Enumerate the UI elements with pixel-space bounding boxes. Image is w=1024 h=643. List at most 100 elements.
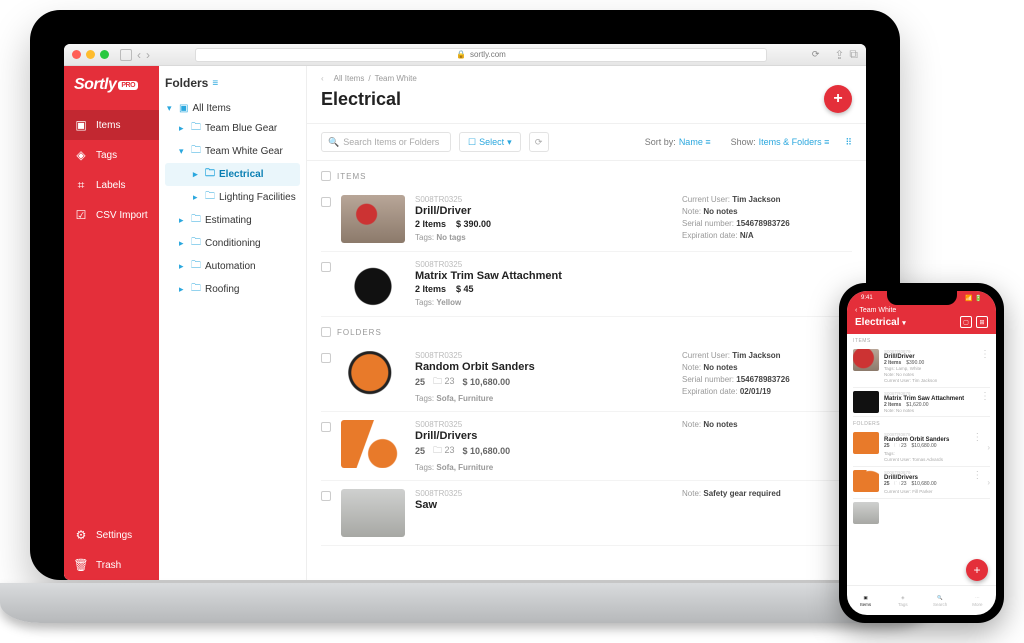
caret-right-icon: ▸ [179,284,187,295]
caret-right-icon: ▸ [193,192,201,203]
phone-header: ‹ Team White Electrical ▾ ▢ ⊞ [847,305,996,334]
traffic-lights [72,50,109,59]
section-checkbox[interactable] [321,171,331,181]
nav-items-label: Items [96,120,120,131]
folder-row[interactable]: S008TR0325 Saw Note: Safety gear require… [321,481,852,546]
phone-folder-row[interactable]: S008TR0879 Random Orbit Sanders 25🗀 23$1… [853,429,990,467]
kebab-icon[interactable]: ⋮ [972,470,982,481]
tree-team-white[interactable]: ▾ 🗀 Team White Gear [165,140,300,163]
kebab-icon[interactable]: ⋮ [980,349,990,360]
sidebar-toggle-icon[interactable] [120,49,132,61]
reload-icon[interactable]: ⟳ [812,49,820,60]
row-checkbox[interactable] [321,197,331,207]
nav-tags[interactable]: ◈ Tags [64,140,159,170]
browser-chrome: ‹ › 🔒 sortly.com ⟳ ⇪ ⧉ [64,44,866,66]
caret-right-icon: ▸ [179,261,187,272]
item-row[interactable]: S008TR0325 Matrix Trim Saw Attachment 2 … [321,252,852,317]
nav-settings[interactable]: ⚙ Settings [64,520,159,550]
tree-electrical[interactable]: ▸ 🗀 Electrical [165,163,300,186]
brand-name: Sortly [74,76,116,94]
folders-header: Folders ≡ [165,76,300,90]
tree-estimating[interactable]: ▸ 🗀 Estimating [165,209,300,232]
left-nav: Sortly PRO ▣ Items ◈ Tags ⌗ Labels ☑ C [64,66,159,580]
tree-lighting[interactable]: ▸ 🗀 Lighting Facilities [165,186,300,209]
section-checkbox[interactable] [321,327,331,337]
crumb-2[interactable]: Team White [375,74,417,83]
phone-grid-button[interactable]: ⊞ [976,316,988,328]
folder-icon: 🗀 [191,120,201,137]
phone-tab-tags[interactable]: ◈Tags [884,586,921,615]
search-input[interactable]: 🔍 Search Items or Folders [321,132,451,152]
phone-tab-items[interactable]: ▣Items [847,586,884,615]
item-name: Matrix Trim Saw Attachment [415,270,672,282]
row-checkbox[interactable] [321,262,331,272]
select-check-icon: ☐ [468,137,476,148]
folder-count-icon: 🗀 23 [433,374,455,390]
item-row[interactable]: S008TR0325 Drill/Driver 2 Items$ 390.00 … [321,187,852,252]
sort-value[interactable]: Name ≡ [679,137,711,147]
tree-all-items[interactable]: ▾ ▣ All Items [165,100,300,117]
forward-arrow-icon[interactable]: › [146,48,150,62]
nav-items[interactable]: ▣ Items [64,110,159,140]
phone-item-row[interactable]: S008TR0879 Drill/Driver 2 Items$390.00 T… [853,346,990,388]
nav-csv[interactable]: ☑ CSV Import [64,200,159,230]
caret-right-icon: ▸ [193,169,201,180]
share-icon[interactable]: ⇪ [834,48,844,62]
phone-tab-search[interactable]: 🔍Search [922,586,959,615]
refresh-button[interactable]: ⟳ [529,132,549,152]
add-button[interactable]: + [824,85,852,113]
chevron-left-icon: ‹ [855,307,857,314]
crumb-1[interactable]: All Items [334,74,365,83]
back-arrow-icon[interactable]: ‹ [137,48,141,62]
filter-icon[interactable]: ≡ [212,78,218,89]
maximize-dot[interactable] [100,50,109,59]
folder-icon: 🗀 [191,235,201,252]
csv-icon: ☑ [74,208,88,222]
select-button[interactable]: ☐ Select ▾ [459,132,521,152]
back-chevron-icon[interactable]: ‹ [321,74,324,83]
view-grid-icon[interactable]: ⠿ [845,137,852,148]
tree-label: Automation [205,261,256,272]
chevron-down-icon[interactable]: ▾ [902,320,906,327]
box-icon: ▣ [74,118,88,132]
minimize-dot[interactable] [86,50,95,59]
search-icon: 🔍 [328,137,339,148]
phone-screen: 9:41 📶 🔋 ‹ Team White Electrical ▾ ▢ ⊞ I… [847,291,996,615]
nav-trash[interactable]: 🗑 Trash [64,550,159,580]
tabs-icon[interactable]: ⧉ [849,47,858,62]
phone-item-row[interactable]: S008TR0879 Matrix Trim Saw Attachment 2 … [853,388,990,418]
section-folders-label: FOLDERS [337,328,382,337]
kebab-icon[interactable]: ⋮ [972,432,982,443]
item-qty: 2 Items [415,284,446,294]
tree-conditioning[interactable]: ▸ 🗀 Conditioning [165,232,300,255]
tree-team-blue[interactable]: ▸ 🗀 Team Blue Gear [165,117,300,140]
folder-row[interactable]: S008TR0325 Drill/Drivers 25 🗀 23 $ 10,68… [321,412,852,481]
phone-tab-more[interactable]: ⋯More [959,586,996,615]
tree-roofing[interactable]: ▸ 🗀 Roofing [165,278,300,301]
item-qty: 2 Items [415,219,446,229]
sort-by: Sort by: Name ≡ [645,137,711,147]
folder-thumbnail [341,351,405,399]
phone-add-button[interactable]: + [966,559,988,581]
folders-pane: Folders ≡ ▾ ▣ All Items ▸ 🗀 Team Blue Ge… [159,66,307,580]
plus-icon: + [833,90,842,108]
close-dot[interactable] [72,50,81,59]
gear-icon: ⚙ [74,528,88,542]
phone-folder-row[interactable] [853,499,990,527]
nav-labels[interactable]: ⌗ Labels [64,170,159,200]
show-value[interactable]: Items & Folders ≡ [759,137,830,147]
folder-row[interactable]: S008TR0325 Random Orbit Sanders 25 🗀 23 … [321,343,852,412]
phone-tabbar: ▣Items ◈Tags 🔍Search ⋯More [847,585,996,615]
url-bar[interactable]: 🔒 sortly.com [195,48,767,62]
tree-label: Team Blue Gear [205,123,277,134]
row-checkbox[interactable] [321,422,331,432]
phone-back-button[interactable]: ‹ Team White [855,307,988,314]
tree-automation[interactable]: ▸ 🗀 Automation [165,255,300,278]
search-icon: 🔍 [937,595,943,601]
phone-scan-button[interactable]: ▢ [960,316,972,328]
kebab-icon[interactable]: ⋮ [980,391,990,402]
phone-folder-row[interactable]: S008TR0879 Drill/Drivers 25🗀 23$10,680.0… [853,467,990,499]
chevron-right-icon: › [987,443,990,452]
row-checkbox[interactable] [321,353,331,363]
row-checkbox[interactable] [321,491,331,501]
